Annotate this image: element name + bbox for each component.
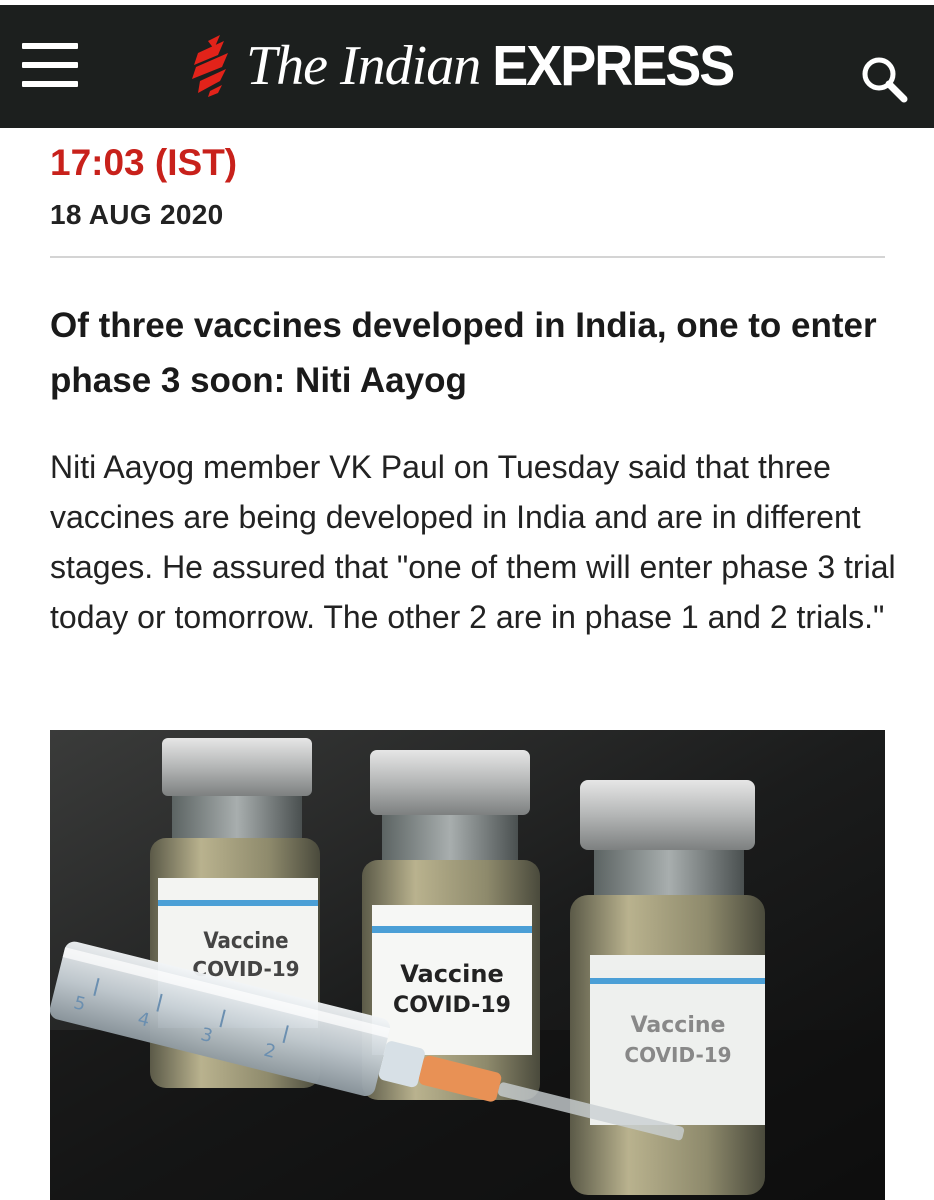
article-body: Niti Aayog member VK Paul on Tuesday sai…: [50, 449, 896, 635]
site-header: The Indian EXPRESS: [0, 5, 934, 128]
vial-left-label-line1: Vaccine: [203, 929, 288, 954]
update-date: 18 AUG 2020: [50, 199, 224, 230]
vial-center-label-line2: COVID-19: [393, 993, 511, 1018]
divider: [50, 256, 885, 258]
vial-right-label-line2: COVID-19: [624, 1043, 731, 1067]
logo-text-the-indian: The Indian: [246, 35, 481, 97]
search-icon[interactable]: [858, 53, 910, 105]
vial-right-label-line1: Vaccine: [631, 1013, 726, 1038]
update-time: 17:03 (IST): [50, 142, 238, 183]
article-photo: Vaccine COVID-19 Vaccine COVID-19 Vaccin…: [50, 730, 885, 1200]
vial-center-label-line1: Vaccine: [400, 960, 504, 988]
hamburger-menu-icon[interactable]: [22, 43, 78, 89]
article-headline: Of three vaccines developed in India, on…: [50, 306, 877, 400]
logo-flame-icon: [192, 35, 228, 97]
logo-text-express: EXPRESS: [492, 34, 735, 98]
site-logo[interactable]: The Indian EXPRESS: [190, 31, 735, 101]
